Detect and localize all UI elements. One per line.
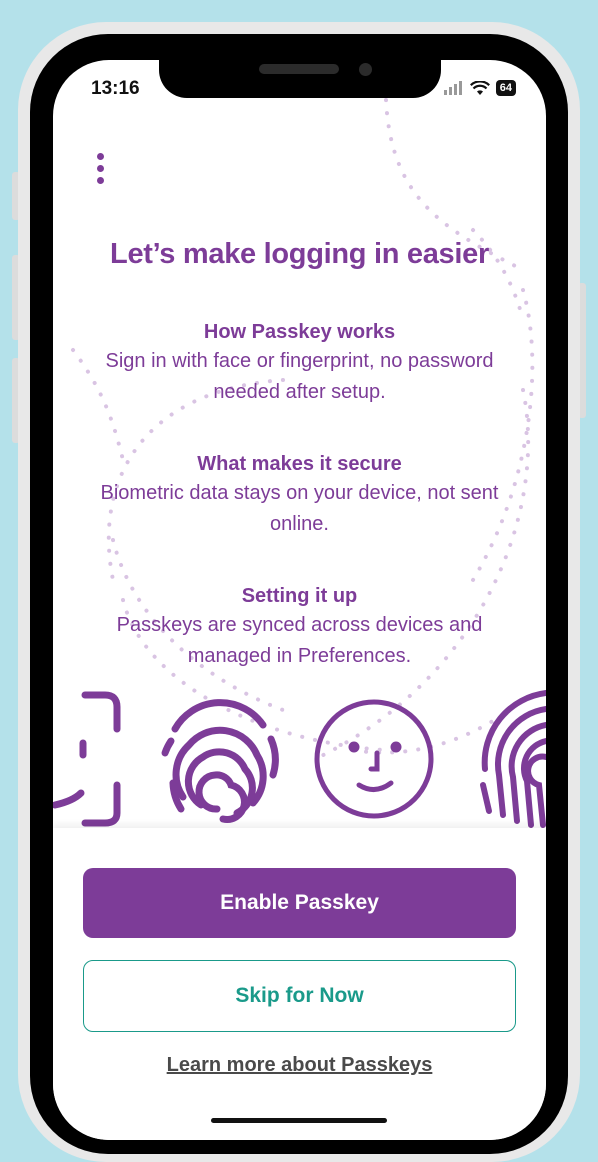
section-security: What makes it secure Biometric data stay… xyxy=(73,450,526,540)
signal-icon xyxy=(443,81,462,95)
section-title: What makes it secure xyxy=(197,453,402,475)
speaker-grille xyxy=(259,64,339,74)
biometric-icons xyxy=(53,690,546,828)
skip-for-now-button[interactable]: Skip for Now xyxy=(83,960,516,1032)
home-indicator[interactable] xyxy=(211,1118,387,1123)
section-body: Sign in with face or fingerprint, no pas… xyxy=(105,350,494,403)
front-camera xyxy=(359,63,372,76)
phone-screen: 13:16 64 Let’s make logging in easier Ho… xyxy=(53,60,546,1140)
section-title: Setting it up xyxy=(241,585,358,607)
section-body: Passkeys are synced across devices and m… xyxy=(116,614,483,667)
bottom-action-panel: Enable Passkey Skip for Now Learn more a… xyxy=(53,828,546,1140)
fingerprint-icon xyxy=(161,699,279,823)
status-time: 13:16 xyxy=(91,78,140,99)
section-title: How Passkey works xyxy=(203,321,396,343)
status-icons: 64 xyxy=(443,80,516,96)
overflow-menu-icon[interactable] xyxy=(89,148,111,188)
battery-indicator: 64 xyxy=(495,80,516,96)
face-scan-icon xyxy=(53,691,121,827)
section-how-it-works: How Passkey works Sign in with face or f… xyxy=(73,318,526,408)
face-icon xyxy=(314,699,434,819)
section-body: Biometric data stays on your device, not… xyxy=(100,482,499,535)
fingerprint-icon xyxy=(480,690,546,828)
notch xyxy=(159,60,441,98)
enable-passkey-button[interactable]: Enable Passkey xyxy=(83,868,516,938)
wifi-icon xyxy=(469,80,490,95)
learn-more-link[interactable]: Learn more about Passkeys xyxy=(53,1054,546,1077)
page-title: Let’s make logging in easier xyxy=(110,238,489,270)
section-setup: Setting it up Passkeys are synced across… xyxy=(73,582,526,672)
